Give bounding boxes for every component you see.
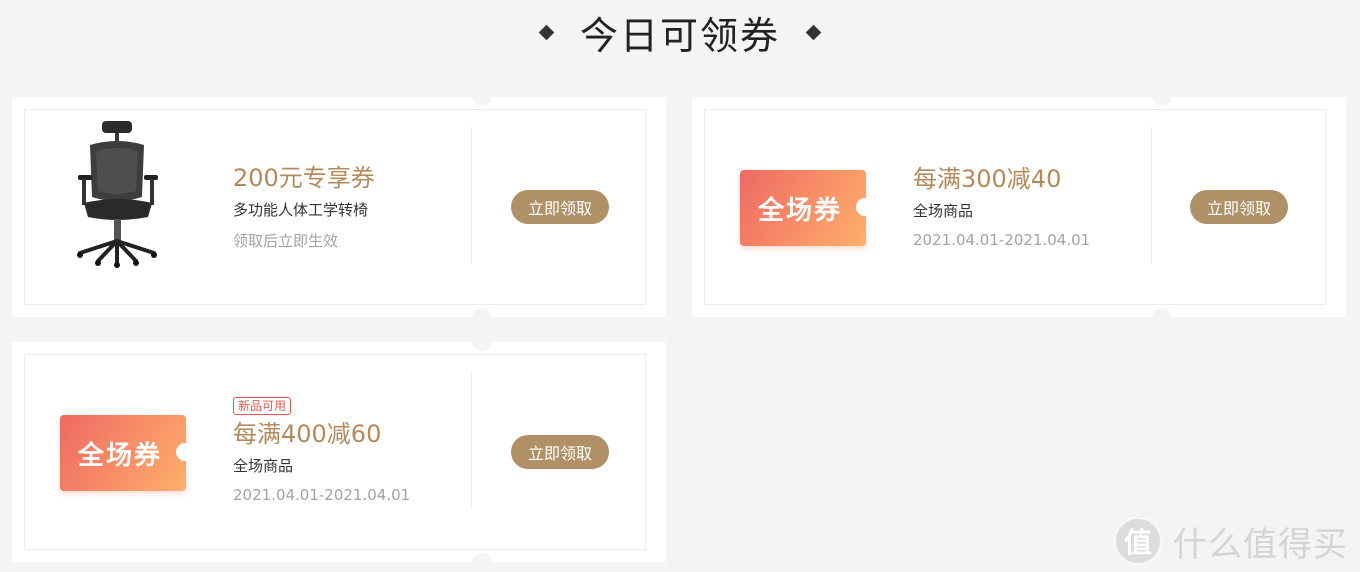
coupon-serrated-edge: [1342, 97, 1350, 317]
coupon-notch: [472, 553, 492, 563]
watermark-logo-icon: 值: [1113, 516, 1163, 566]
coupon-info: 新品可用 每满400减60 全场商品 2021.04.01-2021.04.01: [233, 395, 410, 504]
coupon-scope: 全场商品: [233, 457, 294, 475]
coupon-card-chair: 200元专享券 多功能人体工学转椅 领取后立即生效 立即领取: [12, 96, 670, 318]
badge-notch: [176, 443, 194, 461]
coupon-serrated-edge: [662, 342, 670, 562]
page-header: 今日可领券: [0, 0, 1360, 64]
coupon-validity: 2021.04.01-2021.04.01: [233, 486, 411, 504]
badge-label: 全场券: [78, 440, 163, 471]
coupon-card-400-60: 全场券 新品可用 每满400减60 全场商品 2021.04.01-2021.0…: [12, 341, 670, 563]
coupon-value: 200元专享券: [233, 164, 375, 192]
claim-coupon-button[interactable]: 立即领取: [511, 435, 609, 469]
office-chair-image: [77, 121, 158, 268]
badge-label: 全场券: [758, 195, 843, 226]
new-item-tag: 新品可用: [233, 397, 292, 415]
badge-notch: [856, 198, 874, 216]
coupon-notch: [1152, 96, 1172, 106]
coupon-scope: 全场商品: [913, 202, 974, 220]
coupon-serrated-edge: [662, 97, 670, 317]
page-title: 今日可领券: [579, 13, 780, 58]
coupon-notch: [472, 308, 492, 318]
coupon-divider: [1151, 127, 1152, 263]
claim-coupon-button[interactable]: 立即领取: [511, 190, 609, 224]
coupon-value: 每满300减40: [913, 165, 1062, 193]
coupon-validity: 2021.04.01-2021.04.01: [913, 231, 1091, 249]
coupon-value: 每满400减60: [233, 420, 382, 448]
coupon-info: 200元专享券 多功能人体工学转椅 领取后立即生效: [233, 163, 375, 251]
store-wide-badge: 全场券: [60, 415, 194, 491]
coupon-card-300-40: 全场券 每满300减40 全场商品 2021.04.01-2021.04.01 …: [692, 96, 1350, 318]
coupon-validity: 领取后立即生效: [233, 232, 339, 250]
coupon-divider: [471, 127, 472, 263]
coupon-notch: [472, 341, 492, 351]
store-wide-badge: 全场券: [740, 170, 874, 246]
coupon-notch: [1152, 308, 1172, 318]
site-watermark: 值 什么值得买: [1113, 516, 1348, 566]
coupon-divider: [471, 372, 472, 508]
coupon-notch: [472, 96, 492, 106]
claim-coupon-button[interactable]: 立即领取: [1190, 190, 1288, 224]
diamond-icon: [538, 24, 555, 40]
coupon-info: 每满300减40 全场商品 2021.04.01-2021.04.01: [913, 164, 1090, 249]
watermark-text: 什么值得买: [1173, 524, 1348, 565]
coupon-product: 多功能人体工学转椅: [233, 201, 369, 219]
diamond-icon: [805, 24, 822, 40]
